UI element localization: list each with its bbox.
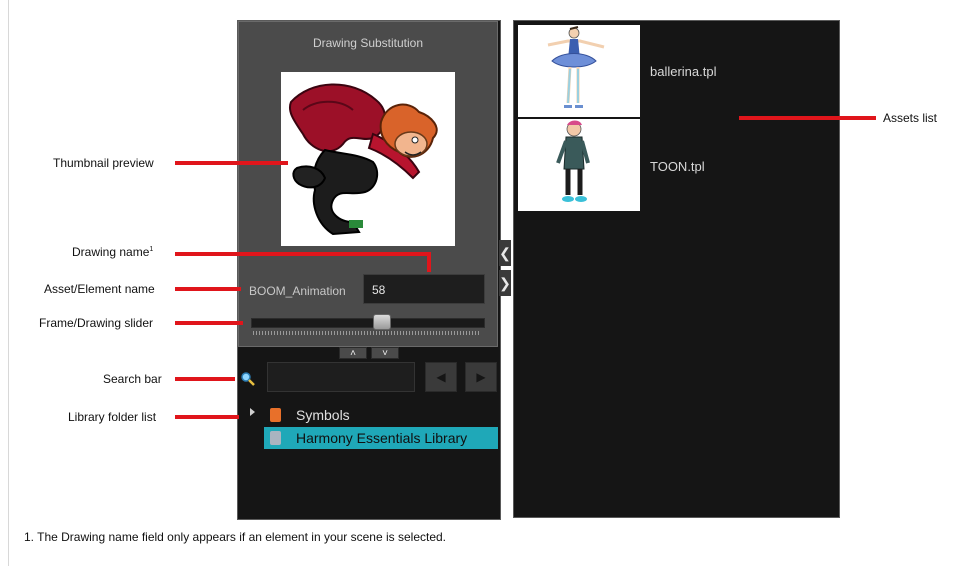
callout-frame-drawing-slider: Frame/Drawing slider [39,316,154,330]
callout-line [175,252,431,256]
assets-list-panel: ballerina.tpl TOON.tpl [513,20,840,518]
slider-ticks [253,331,481,335]
page-left-border [8,0,9,566]
callout-search-bar: Search bar [103,372,162,386]
drawing-name-field[interactable]: 58 [363,274,485,304]
callout-line-vertical [427,252,431,272]
expand-right-icon[interactable]: ❯ [499,270,511,296]
callout-line [175,287,241,291]
callout-assets-list: Assets list [883,111,938,125]
search-previous-button[interactable]: ◀ [425,362,457,392]
frame-drawing-slider[interactable] [251,318,485,328]
asset-thumbnail-ballerina[interactable] [518,25,640,117]
collapse-left-icon[interactable]: ❮ [499,240,511,266]
footnote-marker: 1 [149,246,154,253]
symbol-folder-icon [270,408,281,422]
callout-line [175,415,239,419]
asset-thumbnail-toon[interactable] [518,119,640,211]
library-item-harmony-essentials[interactable]: Harmony Essentials Library [264,427,498,449]
library-folder-icon [270,431,281,445]
library-item-label: Symbols [296,407,350,423]
callout-thumbnail-preview: Thumbnail preview [53,156,154,170]
callout-line [175,161,288,165]
footnote: 1. The Drawing name field only appears i… [24,530,447,544]
search-icon [241,372,255,386]
asset-name-toon[interactable]: TOON.tpl [650,159,705,174]
callout-library-folder-list: Library folder list [68,410,157,424]
expand-arrow-icon[interactable] [250,408,255,416]
drawing-substitution-box: Drawing Substitution BOOM_Animation 58 [238,21,498,347]
asset-element-name-label: BOOM_Animation [249,284,346,298]
toon-drawing [556,120,590,202]
character-drawing [289,83,438,236]
callout-line [739,116,876,120]
drawing-substitution-title: Drawing Substitution [312,36,424,50]
callout-line [175,377,235,381]
expand-down-icon[interactable]: ˅ [371,347,399,359]
collapse-up-icon[interactable]: ˄ [339,347,367,359]
library-item-label: Harmony Essentials Library [296,430,468,446]
search-next-button[interactable]: ▶ [465,362,497,392]
callout-drawing-name: Drawing name1 [72,245,153,259]
callout-asset-element-name: Asset/Element name [44,282,155,296]
callout-drawing-name-text: Drawing name [72,245,150,259]
slider-handle[interactable] [372,314,391,330]
library-item-symbols[interactable]: Symbols [264,404,498,426]
ballerina-drawing [547,26,605,108]
asset-name-ballerina[interactable]: ballerina.tpl [650,64,717,79]
callout-line [175,321,243,325]
search-input[interactable] [267,362,415,392]
thumbnail-preview [281,72,455,246]
